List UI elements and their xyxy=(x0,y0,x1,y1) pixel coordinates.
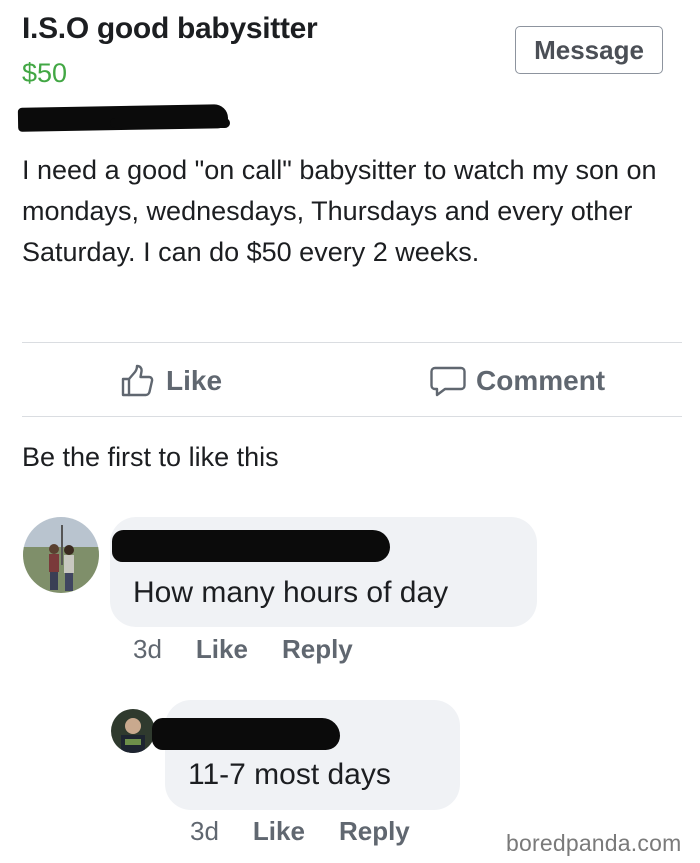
comment-action-button[interactable]: Comment xyxy=(430,362,605,400)
comment-1-meta: 3d Like Reply xyxy=(133,634,353,665)
comment-action-label: Comment xyxy=(476,365,606,396)
redacted-commenter-2-name xyxy=(152,718,340,750)
comment-1-like-link[interactable]: Like xyxy=(196,634,248,665)
like-action-label: Like xyxy=(166,365,223,396)
listing-price: $50 xyxy=(22,58,68,88)
actions-top-divider xyxy=(22,342,682,343)
comment-2-like-link[interactable]: Like xyxy=(253,816,305,847)
comment-1-timestamp: 3d xyxy=(133,634,162,664)
comment-2-bubble xyxy=(165,700,460,810)
redacted-seller-name-tail xyxy=(110,118,230,128)
comment-2-timestamp: 3d xyxy=(190,816,219,846)
thumbs-up-icon xyxy=(120,364,156,398)
comment-1-text: How many hours of day xyxy=(133,576,449,609)
actions-bottom-divider xyxy=(22,416,682,417)
commenter-2-avatar[interactable] xyxy=(111,709,155,753)
message-button[interactable]: Message xyxy=(515,26,663,74)
comment-1-reply-link[interactable]: Reply xyxy=(282,634,353,665)
speech-bubble-icon xyxy=(430,364,466,398)
likes-summary: Be the first to like this xyxy=(22,442,279,472)
like-action-button[interactable]: Like xyxy=(120,362,222,400)
listing-description: I need a good "on call" babysitter to wa… xyxy=(22,155,657,267)
redacted-commenter-1-name xyxy=(112,530,390,562)
comment-2-reply-link[interactable]: Reply xyxy=(339,816,410,847)
comment-2-meta: 3d Like Reply xyxy=(190,816,410,847)
comment-2-text: 11-7 most days xyxy=(188,758,391,791)
commenter-1-avatar[interactable] xyxy=(23,517,99,593)
watermark: boredpanda.com xyxy=(506,830,682,856)
listing-title: I.S.O good babysitter xyxy=(22,12,318,45)
